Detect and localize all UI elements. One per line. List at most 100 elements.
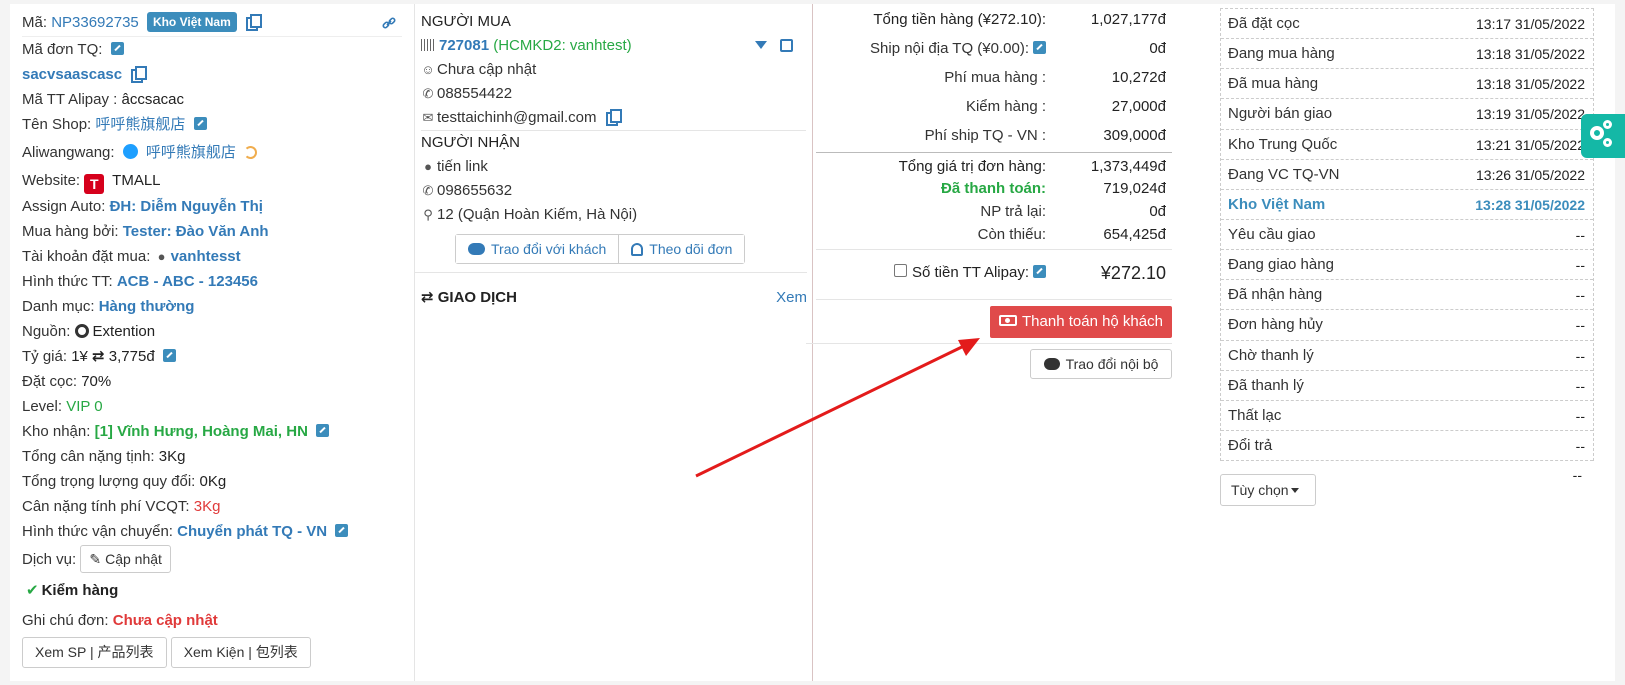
- alipay-amount-value: ¥272.10: [1100, 263, 1166, 283]
- timeline-row: Đơn hàng hủy --: [1221, 310, 1593, 341]
- follow-order-button[interactable]: Theo dõi đơn: [618, 235, 745, 263]
- link-icon[interactable]: [382, 16, 396, 30]
- rate-label: Tỷ giá:: [22, 348, 68, 365]
- warehouse-label: Kho nhận:: [22, 423, 91, 440]
- annotation-arrow: [695, 338, 980, 478]
- payment-method-label: Hình thức TT:: [22, 273, 113, 290]
- level-value: VIP 0: [66, 398, 103, 415]
- timeline-status: Đã thanh lý: [1228, 376, 1304, 394]
- source-value: Extention: [92, 323, 156, 340]
- edit-icon[interactable]: [1033, 41, 1046, 54]
- filter-icon[interactable]: [755, 41, 767, 49]
- note-value[interactable]: Chưa cập nhật: [113, 612, 218, 629]
- converted-weight-value: 0Kg: [199, 473, 227, 490]
- payment-method-value[interactable]: ACB - ABC - 123456: [117, 273, 258, 290]
- timeline-status: Đã đặt cọc: [1228, 15, 1300, 32]
- alipay-code: âccsacac: [121, 91, 185, 108]
- history-icon[interactable]: [244, 146, 258, 159]
- settings-gear-icon[interactable]: [1581, 114, 1625, 158]
- alipay-checkbox[interactable]: [893, 264, 907, 277]
- timeline-row: Người bán giao 13:19 31/05/2022: [1221, 99, 1593, 130]
- category-value[interactable]: Hàng thường: [99, 298, 195, 315]
- status-timeline-column: Đã đặt cọc 13:17 31/05/2022 Đang mua hàng 1…: [1220, 4, 1625, 681]
- user-icon: ●: [424, 159, 432, 174]
- internal-chat-button[interactable]: Trao đổi nội bộ: [1030, 349, 1172, 379]
- net-weight-label: Tổng cân nặng tịnh:: [22, 448, 155, 465]
- order-code: NP33692735: [51, 14, 139, 31]
- timeline-tail: --: [1572, 467, 1582, 483]
- inspection-fee-label: Kiểm hàng :: [965, 98, 1046, 115]
- view-products-button[interactable]: Xem SP | 产品列表: [22, 637, 167, 668]
- timeline-status: Chờ thanh lý: [1228, 346, 1314, 364]
- timeline-time: --: [1575, 377, 1585, 394]
- timeline-time: 13:28 31/05/2022: [1475, 196, 1585, 213]
- map-marker-icon: ⚲: [423, 207, 433, 222]
- tq-order-code[interactable]: sacvsaascasc: [22, 66, 122, 83]
- timeline-row: Thất lạc --: [1221, 401, 1593, 431]
- account-value[interactable]: vanhtesst: [171, 248, 241, 265]
- timeline-time: 13:18 31/05/2022: [1476, 46, 1585, 63]
- assign-value[interactable]: ĐH: Diễm Nguyễn Thị: [110, 198, 263, 215]
- view-packages-button[interactable]: Xem Kiện | 包列表: [170, 637, 311, 668]
- edit-icon[interactable]: [316, 424, 330, 437]
- timeline-status: Đổi trả: [1228, 436, 1273, 454]
- aliwangwang-label: Aliwangwang:: [22, 144, 115, 161]
- assign-label: Assign Auto:: [22, 198, 106, 215]
- timeline-time: 13:26 31/05/2022: [1476, 166, 1585, 183]
- shop-name-link[interactable]: 呼呼熊旗舰店: [95, 116, 185, 133]
- charged-weight-value: 3Kg: [193, 498, 221, 515]
- timeline-row: Đã mua hàng 13:18 31/05/2022: [1221, 69, 1593, 100]
- options-dropdown[interactable]: Tùy chọn: [1220, 474, 1316, 506]
- edit-icon[interactable]: [110, 42, 124, 55]
- order-detail-panel: Mã: NP33692735 Kho Việt Nam Mã đơn TQ: s…: [10, 4, 1625, 681]
- edit-icon[interactable]: [335, 524, 349, 537]
- timeline-row: Kho Việt Nam 13:28 31/05/2022: [1221, 190, 1593, 220]
- remaining-label: Còn thiếu:: [977, 226, 1046, 243]
- update-service-button[interactable]: ✎ Cập nhật: [80, 545, 171, 573]
- timeline-status: Đã nhận hàng: [1228, 286, 1323, 304]
- edit-icon[interactable]: [193, 117, 207, 130]
- website-value: TMALL: [112, 172, 161, 189]
- domestic-ship-value: 0đ: [1149, 40, 1166, 57]
- copy-icon[interactable]: [131, 66, 148, 83]
- update-service-label: Cập nhật: [105, 551, 162, 567]
- order-total-value: 1,373,449đ: [1090, 158, 1166, 175]
- warehouse-badge: Kho Việt Nam: [146, 12, 237, 32]
- chat-customer-button[interactable]: Trao đổi với khách: [456, 235, 619, 263]
- converted-weight-label: Tổng trọng lượng quy đổi:: [22, 473, 196, 490]
- copy-icon[interactable]: [245, 14, 262, 31]
- copy-icon[interactable]: [605, 109, 622, 126]
- comment-icon: [468, 243, 485, 255]
- aliwangwang-link[interactable]: 呼呼熊旗舰店: [146, 144, 236, 161]
- shipping-method-value[interactable]: Chuyển phát TQ - VN: [177, 523, 327, 540]
- edit-icon[interactable]: [162, 349, 176, 362]
- timeline-time: --: [1575, 257, 1585, 274]
- view-transactions-link[interactable]: Xem: [776, 286, 807, 310]
- pay-for-customer-button[interactable]: Thanh toán hộ khách: [990, 306, 1172, 338]
- pay-for-customer-label: Thanh toán hộ khách: [1022, 313, 1163, 330]
- edit-square-icon: ✎: [89, 551, 102, 567]
- buyer-section-title: NGƯỜI MUA: [421, 13, 511, 30]
- timeline-time: --: [1575, 226, 1585, 243]
- options-label: Tùy chọn: [1231, 482, 1289, 498]
- internal-chat-label: Trao đổi nội bộ: [1065, 356, 1159, 372]
- exchange-icon: ⇄: [92, 348, 105, 365]
- paid-value: 719,024đ: [1103, 180, 1166, 197]
- receiver-section-title: NGƯỜI NHẬN: [421, 134, 521, 151]
- charged-weight-label: Cân nặng tính phí VCQT:: [22, 498, 190, 515]
- buyer-code-note: (HCMKD2: vanhtest): [493, 37, 632, 54]
- shop-label: Tên Shop:: [22, 116, 92, 133]
- phone-icon: ✆: [422, 183, 434, 198]
- timeline-row: Đang VC TQ-VN 13:26 31/05/2022: [1221, 160, 1593, 190]
- timeline-status: Người bán giao: [1228, 105, 1333, 123]
- buyer-staff-value[interactable]: Tester: Đào Văn Anh: [123, 223, 269, 240]
- exchange-icon: ⇄: [421, 289, 434, 306]
- timeline-row: Đã đặt cọc 13:17 31/05/2022: [1221, 9, 1593, 40]
- buyer-code[interactable]: 727081: [439, 37, 489, 54]
- paid-label: Đã thanh toán:: [941, 180, 1046, 197]
- refund-value: 0đ: [1149, 203, 1166, 220]
- timeline-time: 13:17 31/05/2022: [1476, 16, 1585, 32]
- timeline-time: 13:21 31/05/2022: [1476, 136, 1585, 153]
- external-link-icon[interactable]: [780, 39, 793, 52]
- edit-icon[interactable]: [1033, 265, 1046, 278]
